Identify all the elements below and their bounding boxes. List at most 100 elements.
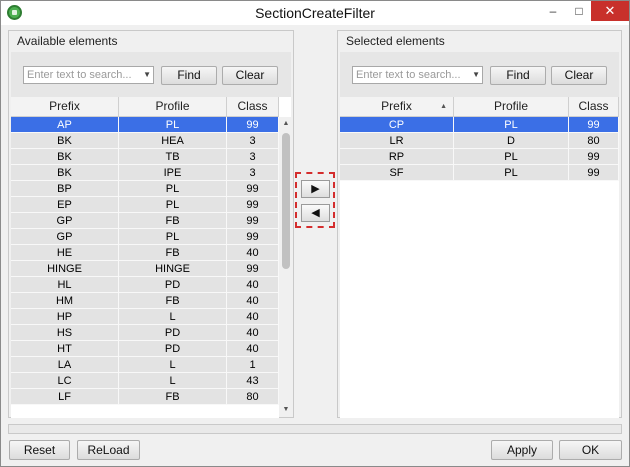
move-right-button[interactable]: ▶ (301, 180, 330, 198)
scroll-thumb[interactable] (282, 133, 290, 269)
table-row[interactable]: LR D 80 (340, 133, 619, 149)
cell-profile: FB (119, 389, 227, 405)
cell-prefix: AP (11, 117, 119, 133)
cell-class: 40 (227, 277, 279, 293)
table-row[interactable]: HL PD 40 (11, 277, 279, 293)
reset-button[interactable]: Reset (9, 440, 70, 460)
cell-profile: IPE (119, 165, 227, 181)
section-create-filter-window: SectionCreateFilter – □ ✕ Available elem… (0, 0, 630, 467)
table-row[interactable]: HP L 40 (11, 309, 279, 325)
selected-find-button[interactable]: Find (490, 66, 546, 85)
cell-class: 99 (227, 229, 279, 245)
scroll-up-arrow-icon[interactable]: ▲ (279, 117, 293, 131)
chevron-down-icon[interactable]: ▼ (472, 70, 480, 79)
maximize-button[interactable]: □ (567, 1, 591, 21)
available-search-bar: Enter text to search... ▼ Find Clear (11, 52, 291, 97)
cell-profile: L (119, 373, 227, 389)
available-search-placeholder: Enter text to search... (27, 69, 132, 81)
cell-class: 3 (227, 149, 279, 165)
cell-prefix: HM (11, 293, 119, 309)
column-header-prefix[interactable]: Prefix ▲ (340, 97, 454, 116)
cell-class: 80 (569, 133, 619, 149)
table-row[interactable]: BK TB 3 (11, 149, 279, 165)
cell-profile: D (454, 133, 569, 149)
minimize-button[interactable]: – (541, 1, 565, 21)
move-left-button[interactable]: ◀ (301, 204, 330, 222)
apply-button[interactable]: Apply (491, 440, 553, 460)
table-row[interactable]: GP PL 99 (11, 229, 279, 245)
cell-class: 99 (227, 197, 279, 213)
selected-search-bar: Enter text to search... ▼ Find Clear (340, 52, 619, 97)
table-row[interactable]: HS PD 40 (11, 325, 279, 341)
column-header-class[interactable]: Class (569, 97, 619, 116)
table-row[interactable]: SF PL 99 (340, 165, 619, 181)
table-row[interactable]: BP PL 99 (11, 181, 279, 197)
selected-clear-button[interactable]: Clear (551, 66, 607, 85)
table-row[interactable]: RP PL 99 (340, 149, 619, 165)
table-row[interactable]: LF FB 80 (11, 389, 279, 405)
column-header-class[interactable]: Class (227, 97, 279, 116)
column-header-profile[interactable]: Profile (119, 97, 227, 116)
selected-elements-table: Prefix ▲ Profile Class CP PL 99 LR D 80 RP PL 99… (340, 97, 619, 418)
cell-prefix: GP (11, 213, 119, 229)
available-table-scrollbar[interactable]: ▲ ▼ (279, 117, 293, 417)
cell-class: 40 (227, 325, 279, 341)
cell-profile: FB (119, 245, 227, 261)
cell-profile: L (119, 309, 227, 325)
table-row[interactable]: GP FB 99 (11, 213, 279, 229)
table-row[interactable]: LA L 1 (11, 357, 279, 373)
cell-prefix: LC (11, 373, 119, 389)
cell-profile: PL (454, 149, 569, 165)
cell-class: 99 (227, 261, 279, 277)
available-elements-title: Available elements (17, 34, 118, 48)
reload-button[interactable]: ReLoad (77, 440, 140, 460)
table-row[interactable]: BK HEA 3 (11, 133, 279, 149)
available-search-input[interactable]: Enter text to search... ▼ (23, 66, 154, 84)
cell-profile: PL (119, 197, 227, 213)
cell-profile: PL (119, 117, 227, 133)
status-bar (8, 424, 622, 434)
table-row[interactable]: LC L 43 (11, 373, 279, 389)
column-header-prefix-label: Prefix (381, 99, 412, 113)
available-elements-group: Available elements Enter text to search.… (8, 30, 294, 418)
cell-profile: PL (454, 117, 569, 133)
close-button[interactable]: ✕ (591, 1, 629, 21)
cell-prefix: GP (11, 229, 119, 245)
cell-profile: HINGE (119, 261, 227, 277)
cell-class: 99 (569, 165, 619, 181)
table-row[interactable]: HE FB 40 (11, 245, 279, 261)
cell-class: 1 (227, 357, 279, 373)
table-row[interactable]: BK IPE 3 (11, 165, 279, 181)
selected-search-input[interactable]: Enter text to search... ▼ (352, 66, 483, 84)
cell-profile: FB (119, 293, 227, 309)
cell-class: 40 (227, 293, 279, 309)
column-header-profile[interactable]: Profile (454, 97, 569, 116)
available-clear-button[interactable]: Clear (222, 66, 278, 85)
table-row[interactable]: AP PL 99 (11, 117, 279, 133)
table-row[interactable]: HINGE HINGE 99 (11, 261, 279, 277)
table-row[interactable]: CP PL 99 (340, 117, 619, 133)
cell-prefix: SF (340, 165, 454, 181)
window-title: SectionCreateFilter (255, 5, 375, 21)
scroll-down-arrow-icon[interactable]: ▼ (279, 403, 293, 417)
available-find-button[interactable]: Find (161, 66, 217, 85)
cell-prefix: BK (11, 165, 119, 181)
cell-prefix: CP (340, 117, 454, 133)
ok-button[interactable]: OK (559, 440, 622, 460)
cell-profile: PD (119, 341, 227, 357)
selected-table-header: Prefix ▲ Profile Class (340, 97, 619, 117)
cell-prefix: HT (11, 341, 119, 357)
cell-profile: PD (119, 277, 227, 293)
selected-elements-group: Selected elements Enter text to search..… (337, 30, 622, 418)
table-row[interactable]: HT PD 40 (11, 341, 279, 357)
cell-prefix: BP (11, 181, 119, 197)
cell-prefix: LR (340, 133, 454, 149)
transfer-buttons-highlight: ▶ ◀ (295, 172, 335, 228)
cell-prefix: HS (11, 325, 119, 341)
chevron-down-icon[interactable]: ▼ (143, 70, 151, 79)
table-row[interactable]: EP PL 99 (11, 197, 279, 213)
column-header-prefix[interactable]: Prefix (11, 97, 119, 116)
cell-prefix: BK (11, 149, 119, 165)
table-row[interactable]: HM FB 40 (11, 293, 279, 309)
cell-prefix: HP (11, 309, 119, 325)
